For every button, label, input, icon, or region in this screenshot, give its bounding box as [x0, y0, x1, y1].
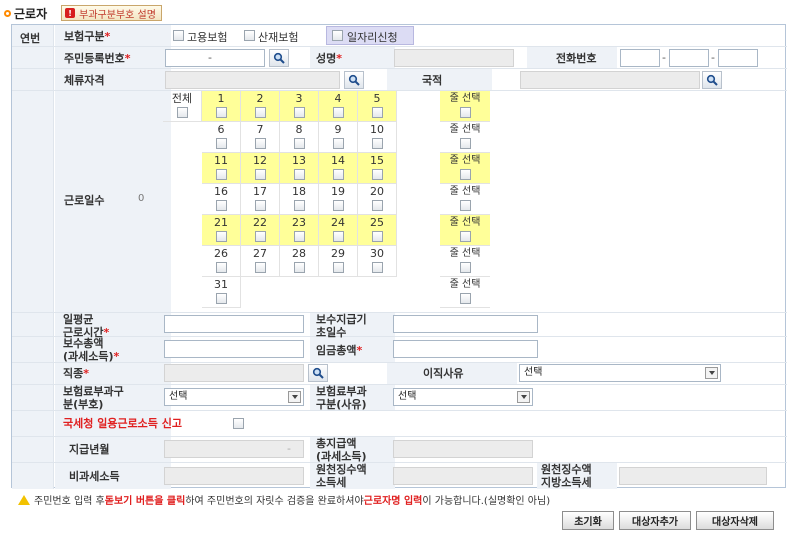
lower-form: 일평균 근로시간* 보수지급기 초일수 보수총액 (과세소득)* 임금총액* 직…	[11, 24, 786, 489]
total-pay-label: 보수총액 (과세소득)*	[63, 337, 120, 363]
delete-worker-button[interactable]: 대상자삭제	[696, 511, 774, 530]
notice-text-2: 돋보기 버튼을 클릭	[104, 496, 186, 507]
insurance-reason-value: 선택	[398, 391, 417, 402]
daily-avg-hours-input[interactable]	[164, 315, 304, 333]
notice-message: 주민번호 입력 후 돋보기 버튼을 클릭 하여 주민번호의 자릿수 검증을 완료…	[18, 492, 550, 507]
leave-reason-value: 선택	[524, 367, 543, 378]
leave-reason-label: 이직사유	[423, 367, 464, 380]
insurance-reason-select[interactable]: 선택	[393, 388, 533, 406]
pay-days-label: 보수지급기 초일수	[316, 313, 367, 339]
chevron-down-icon	[517, 391, 530, 403]
code-help-label: 부과구분부호 설명	[79, 9, 156, 21]
chevron-down-icon	[288, 391, 301, 403]
notice-text-3: 하여 주민번호의 자릿수 검증을 완료하셔야	[185, 496, 364, 507]
pay-days-input[interactable]	[393, 315, 538, 333]
section-header: 근로자 ! 부과구분부호 설명	[4, 4, 162, 22]
total-payment-label: 총지급액 (과세소득)	[316, 437, 367, 463]
daily-avg-hours-label: 일평균 근로시간*	[63, 313, 110, 339]
tax-report-checkbox[interactable]	[233, 418, 244, 429]
reset-button[interactable]: 초기화	[562, 511, 614, 530]
pay-month-dash: -	[287, 442, 291, 455]
warning-icon	[18, 494, 30, 505]
tax-report-label: 국세청 일용근로소득 신고	[63, 417, 182, 430]
info-icon: !	[65, 8, 76, 18]
local-tax-input[interactable]	[619, 467, 767, 485]
income-tax-input[interactable]	[393, 467, 533, 485]
wage-total-input[interactable]	[393, 340, 538, 358]
job-type-input[interactable]	[164, 364, 304, 382]
local-tax-label: 원천징수액 지방소득세	[541, 463, 592, 489]
pay-month-input[interactable]	[164, 440, 304, 458]
add-worker-button[interactable]: 대상자추가	[619, 511, 691, 530]
section-title: 근로자	[14, 6, 48, 21]
notice-text-4: 근로자명 입력	[363, 496, 423, 507]
notice-text-1: 주민번호 입력 후	[34, 496, 105, 507]
insurance-reason-label: 보험료부과 구분(사유)	[316, 385, 367, 411]
leave-reason-select[interactable]: 선택	[519, 364, 721, 382]
code-help-button[interactable]: ! 부과구분부호 설명	[61, 5, 162, 21]
insurance-code-value: 선택	[169, 391, 188, 402]
insurance-code-select[interactable]: 선택	[164, 388, 304, 406]
notice-text-5: 이 가능합니다.(실명확인 아님)	[422, 496, 551, 507]
wage-total-label: 임금총액*	[316, 344, 363, 357]
bullet-icon	[4, 9, 11, 17]
total-pay-input[interactable]	[164, 340, 304, 358]
non-taxable-label: 비과세소득	[69, 470, 120, 483]
insurance-code-label: 보험료부과구 분(부호)	[63, 385, 124, 411]
chevron-down-icon	[705, 367, 718, 379]
total-payment-input[interactable]	[393, 440, 533, 458]
job-type-search-button[interactable]	[308, 364, 328, 382]
job-type-label: 직종*	[63, 367, 90, 380]
pay-month-label: 지급년월	[69, 443, 110, 456]
income-tax-label: 원천징수액 소득세	[316, 463, 367, 489]
non-taxable-input[interactable]	[164, 467, 304, 485]
magnifier-icon	[312, 367, 324, 379]
